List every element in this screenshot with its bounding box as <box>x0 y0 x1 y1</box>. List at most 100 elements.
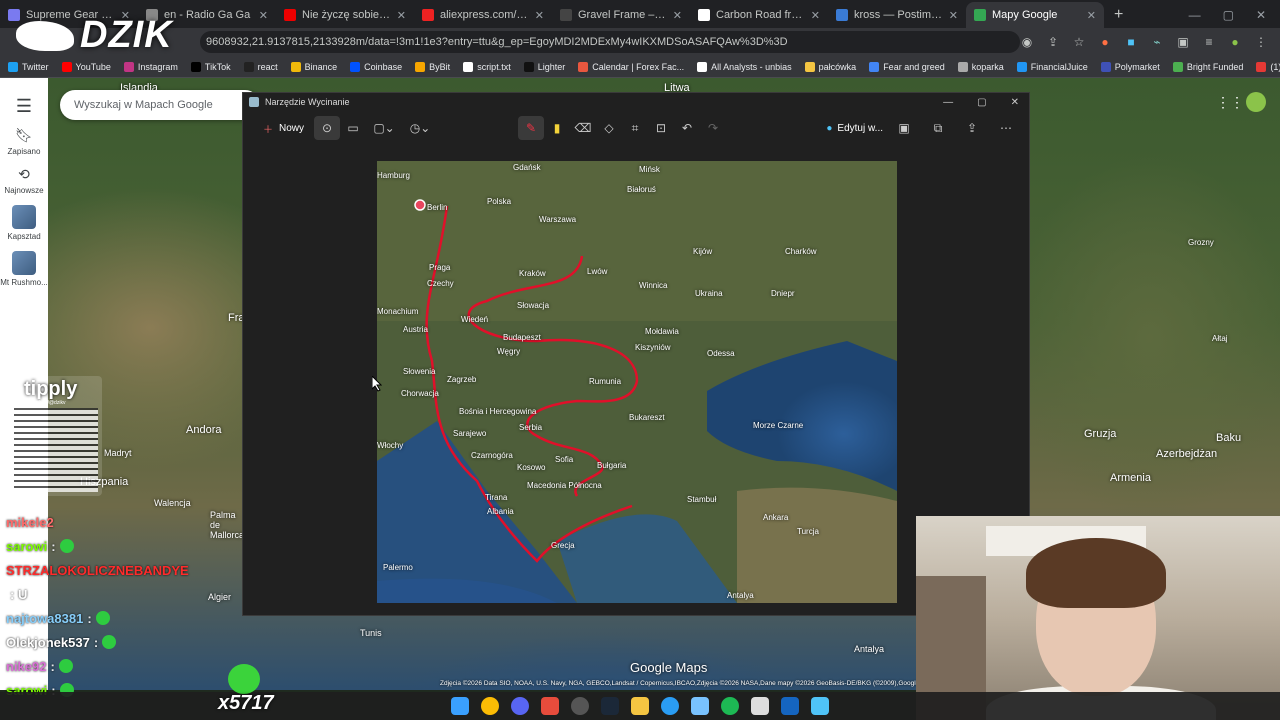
file-explorer-icon[interactable] <box>631 697 649 715</box>
bookmark-label: YouTube <box>75 61 111 72</box>
bookmark[interactable]: pałcówka <box>804 61 856 72</box>
map-label: Ałtaj <box>1212 334 1228 343</box>
bookmark[interactable]: Instagram <box>123 61 178 72</box>
maximize-icon[interactable]: ▢ <box>1223 8 1234 22</box>
redo-icon[interactable]: ↷ <box>700 116 726 140</box>
sidebar-item-recent[interactable]: ⟲ Najnowsze <box>4 166 43 195</box>
pen-icon[interactable]: ✎ <box>518 116 545 140</box>
video-mode-icon[interactable]: ▭ <box>340 116 366 140</box>
browser-tab[interactable]: kross — Postimages ✕ <box>828 2 966 28</box>
map-label: Andora <box>186 424 222 436</box>
trading-app-icon[interactable] <box>781 697 799 715</box>
close-tab-icon[interactable]: ✕ <box>949 9 958 22</box>
close-icon[interactable]: ✕ <box>1011 97 1019 108</box>
save-icon[interactable]: ▣ <box>891 116 917 140</box>
bookmark[interactable]: FinancialJuice <box>1016 61 1088 72</box>
close-tab-icon[interactable]: ✕ <box>673 9 682 22</box>
chat-text: : <box>93 634 99 650</box>
bookmark[interactable]: koparka <box>957 61 1004 72</box>
snip-map-label: Bułgaria <box>597 461 627 470</box>
close-tab-icon[interactable]: ✕ <box>811 9 820 22</box>
close-tab-icon[interactable]: ✕ <box>535 9 544 22</box>
notepad-icon[interactable] <box>811 697 829 715</box>
browser-tab[interactable]: Carbon Road frame ✕ <box>690 2 828 28</box>
sidebar-item-kapsztad[interactable]: Kapsztad <box>7 205 41 241</box>
extension-icon[interactable]: ■ <box>1124 35 1138 49</box>
browser-tab[interactable]: aliexpress.com/p/tesla-la ✕ <box>414 2 552 28</box>
minimize-icon[interactable]: — <box>1189 8 1201 22</box>
apps-grid-icon[interactable]: ⋮⋮ <box>1216 94 1244 111</box>
crop-icon[interactable]: ⌗ <box>622 116 648 140</box>
maps-search-input[interactable]: Wyszukaj w Mapach Google <box>60 90 260 120</box>
bookmark[interactable]: Bright Funded <box>1172 61 1243 72</box>
paint-icon: ● <box>826 122 833 134</box>
minimize-icon[interactable]: — <box>943 97 953 108</box>
share-icon[interactable]: ⇪ <box>959 116 985 140</box>
obs-icon[interactable] <box>571 697 589 715</box>
account-avatar[interactable] <box>1246 92 1266 112</box>
bookmark[interactable]: react <box>243 61 278 72</box>
close-tab-icon[interactable]: ✕ <box>259 9 268 22</box>
bookmark[interactable]: (1) Day Trading Boo... <box>1256 61 1280 72</box>
extension-icon[interactable]: ⌁ <box>1150 35 1164 49</box>
new-tab-button[interactable]: + <box>1104 6 1133 28</box>
shapes-icon[interactable]: ◇ <box>596 116 622 140</box>
chrome-icon[interactable] <box>481 697 499 715</box>
snip-shape-dropdown[interactable]: ▢⌄ <box>366 116 402 140</box>
bookmark[interactable]: Polymarket <box>1100 61 1160 72</box>
bookmark[interactable]: All Analysts - unbias <box>697 61 792 72</box>
bookmark[interactable]: Lighter <box>523 61 565 72</box>
bookmark[interactable]: Twitter <box>8 61 49 72</box>
close-tab-icon[interactable]: ✕ <box>1087 9 1096 22</box>
eraser-icon[interactable]: ⌫ <box>570 116 596 140</box>
extension-icon[interactable]: ● <box>1098 35 1112 49</box>
menu-icon[interactable]: ≡ <box>1202 35 1216 49</box>
bookmark-label: Coinbase <box>364 61 403 72</box>
discord-icon[interactable] <box>511 697 529 715</box>
browser-tab[interactable]: Gravel Frame – BXT officia ✕ <box>552 2 690 28</box>
browser-tab[interactable]: Nie życzę sobie żeby p.m ✕ <box>276 2 414 28</box>
profile-avatar[interactable]: ● <box>1228 35 1242 49</box>
close-window-icon[interactable]: ✕ <box>1256 8 1266 22</box>
star-icon[interactable]: ☆ <box>1072 35 1086 49</box>
new-snip-button[interactable]: ＋ Nowy <box>253 117 314 140</box>
bookmark[interactable]: Fear and greed <box>869 61 945 72</box>
bookmark-label: Polymarket <box>1114 61 1160 72</box>
more-icon[interactable]: ⋮ <box>1254 35 1268 49</box>
copy-icon[interactable]: ⧉ <box>925 116 951 140</box>
more-icon[interactable]: ⋯ <box>993 116 1019 140</box>
text-actions-icon[interactable]: ⊡ <box>648 116 674 140</box>
windows-start-icon[interactable] <box>451 697 469 715</box>
sidebar-item-saved[interactable]: 🔖︎ Zapisano <box>8 127 41 156</box>
edit-in-button[interactable]: ● Edytuj w... <box>826 123 883 134</box>
bookmark[interactable]: script.txt <box>463 61 511 72</box>
bookmark[interactable]: Coinbase <box>350 61 403 72</box>
screenshot-mode-icon[interactable]: ⊙ <box>314 116 341 140</box>
browser-tab-active[interactable]: Mapy Google ✕ <box>966 2 1104 28</box>
maximize-icon[interactable]: ▢ <box>977 97 986 108</box>
snipping-tool-icon[interactable] <box>541 697 559 715</box>
bookmark[interactable]: TikTok <box>190 61 231 72</box>
highlighter-icon[interactable]: ▮ <box>544 116 570 140</box>
puzzle-icon[interactable]: ▣ <box>1176 35 1190 49</box>
close-tab-icon[interactable]: ✕ <box>397 9 406 22</box>
hamburger-menu-icon[interactable]: ☰ <box>16 96 32 117</box>
bookmark[interactable]: Calendar | Forex Fac... <box>578 61 684 72</box>
location-icon[interactable]: ◉ <box>1020 35 1034 49</box>
delay-dropdown[interactable]: ◷⌄ <box>402 116 438 140</box>
undo-icon[interactable]: ↶ <box>674 116 700 140</box>
tools-icon[interactable] <box>691 697 709 715</box>
refresh-app-icon[interactable] <box>661 697 679 715</box>
steam-icon[interactable] <box>601 697 619 715</box>
bookmark[interactable]: YouTube <box>61 61 111 72</box>
url-field[interactable]: 9608932,21.9137815,2133928m/data=!3m1!1e… <box>200 31 1020 53</box>
media-icon[interactable] <box>751 697 769 715</box>
scissors-icon <box>249 97 259 107</box>
bookmark[interactable]: ByBit <box>415 61 450 72</box>
share-icon[interactable]: ⇪ <box>1046 35 1060 49</box>
sidebar-item-rushmore[interactable]: Mt Rushmo... <box>0 251 48 287</box>
spotify-icon[interactable] <box>721 697 739 715</box>
bookmark[interactable]: Binance <box>290 61 337 72</box>
snip-canvas[interactable]: Gdańsk Mińsk Białoruś Hamburg Berlin Polska Wa… <box>377 161 897 603</box>
snip-map-label: Austria <box>403 325 428 334</box>
